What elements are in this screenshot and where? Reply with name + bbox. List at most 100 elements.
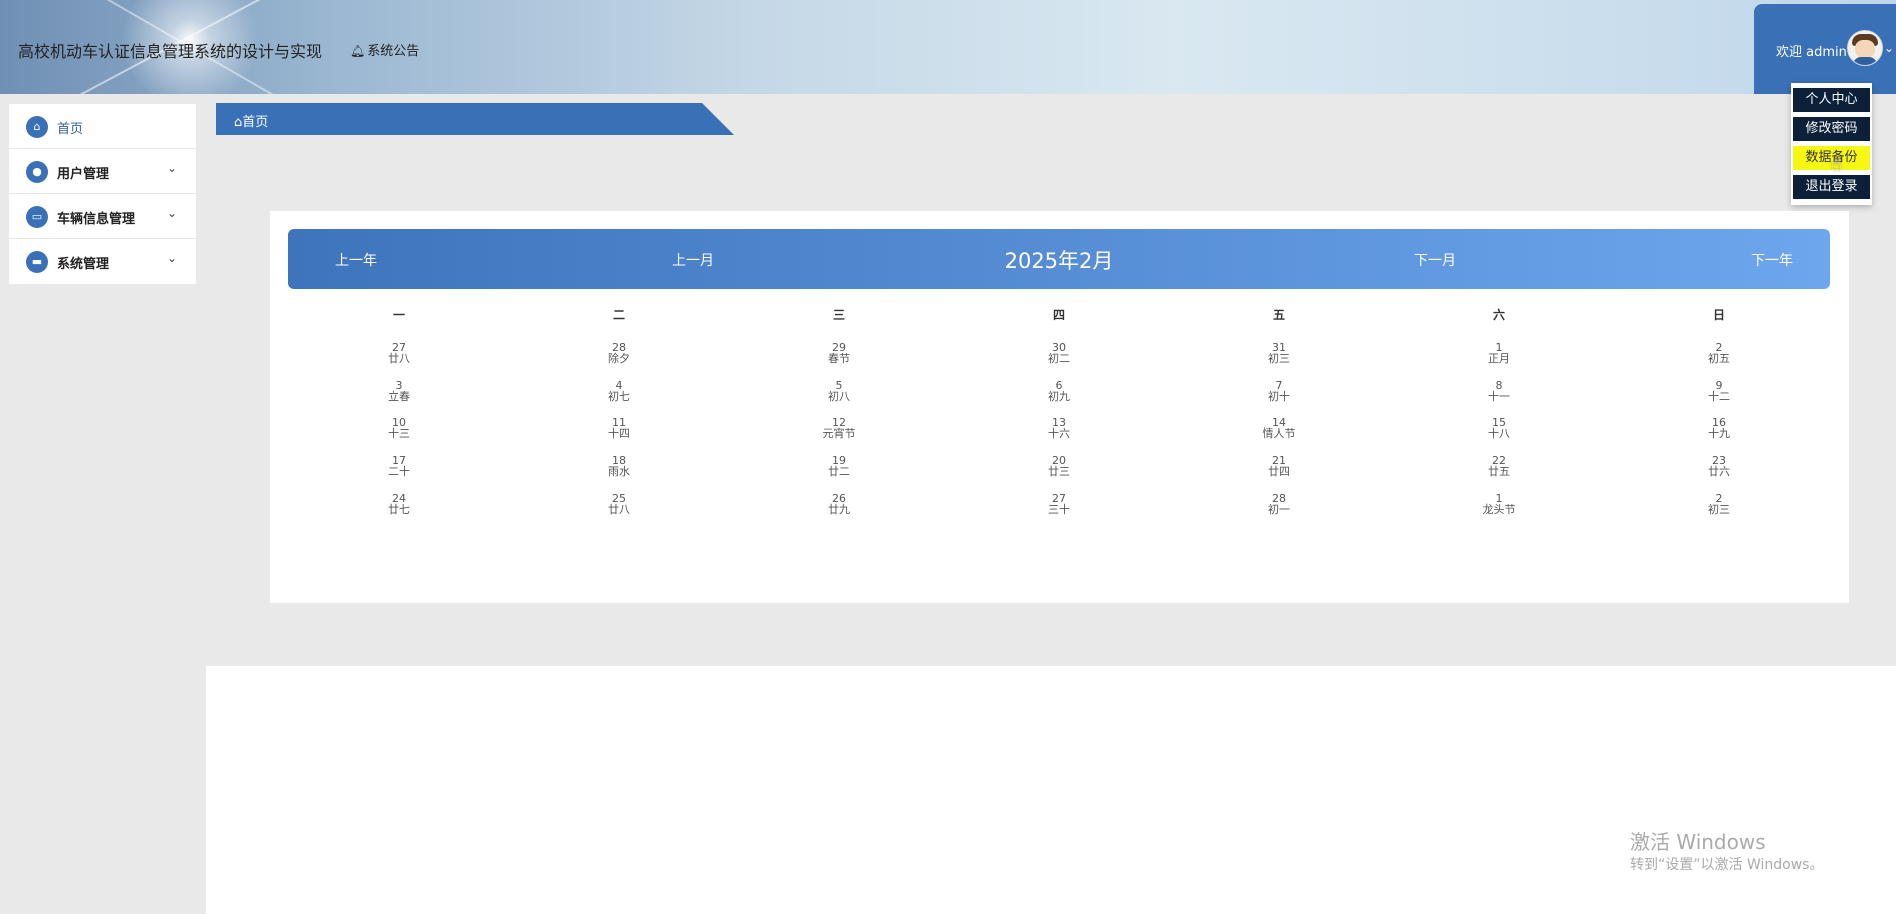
lunar-date: 十九 — [1708, 427, 1730, 440]
calendar-day[interactable]: 21 廿四 — [1239, 455, 1319, 477]
lunar-date: 初十 — [1268, 390, 1290, 403]
lunar-date: 廿八 — [608, 503, 630, 516]
calendar-day[interactable]: 25 廿八 — [579, 493, 659, 515]
lunar-date: 十六 — [1048, 427, 1070, 440]
calendar-day[interactable]: 4 初七 — [579, 380, 659, 402]
calendar-day[interactable]: 23 廿六 — [1679, 455, 1759, 477]
calendar-day[interactable]: 15 十八 — [1459, 417, 1539, 439]
calendar-day[interactable]: 28 初一 — [1239, 493, 1319, 515]
weekday-header: 三 — [832, 308, 845, 322]
lunar-date: 初七 — [608, 390, 630, 403]
lunar-date: 廿九 — [828, 503, 850, 516]
lunar-date: 十四 — [608, 427, 630, 440]
calendar-day[interactable]: 1 正月 — [1459, 342, 1539, 364]
lunar-date: 廿二 — [828, 465, 850, 478]
app-title: 高校机动车认证信息管理系统的设计与实现 — [18, 42, 323, 61]
next-year-button[interactable]: 下一年 — [1751, 250, 1793, 270]
calendar-day[interactable]: 10 十三 — [359, 417, 439, 439]
lunar-date: 情人节 — [1262, 427, 1296, 440]
system-notice-link[interactable]: 🔔︎ 系统公告 — [350, 40, 419, 59]
calendar-day[interactable]: 9 十二 — [1679, 380, 1759, 402]
lunar-date: 立春 — [388, 390, 410, 403]
menu-item-profile[interactable]: 个人中心 — [1793, 88, 1870, 112]
lunar-date: 元宵节 — [822, 427, 856, 440]
calendar-day[interactable]: 12 元宵节 — [799, 417, 879, 439]
lunar-date: 廿三 — [1048, 465, 1070, 478]
windows-activation-hint: 转到“设置”以激活 Windows。 — [1630, 857, 1824, 873]
lunar-date: 初一 — [1268, 503, 1290, 516]
lunar-date: 初二 — [1048, 352, 1070, 365]
lunar-date: 雨水 — [608, 465, 630, 478]
calendar-day[interactable]: 28 除夕 — [579, 342, 659, 364]
sidebar-item-label: 首页 — [57, 122, 84, 137]
calendar-title: 2025年2月 — [1004, 249, 1114, 273]
sidebar-item-home[interactable]: ⌂ 首页 — [9, 104, 196, 149]
vehicle-icon: ▭ — [26, 206, 48, 228]
lunar-date: 廿五 — [1488, 465, 1510, 478]
user-dropdown-menu: 个人中心 修改密码 数据备份 退出登录 — [1791, 83, 1872, 205]
sidebar-item-label: 系统管理 — [57, 257, 110, 272]
chevron-down-icon: ⌄ — [167, 206, 178, 220]
lunar-date: 初九 — [1048, 390, 1070, 403]
calendar-day[interactable]: 27 廿八 — [359, 342, 439, 364]
hand-cursor-icon: ☝ — [1831, 154, 1842, 175]
lunar-date: 十三 — [388, 427, 410, 440]
lunar-date: 廿八 — [388, 352, 410, 365]
chevron-down-icon[interactable]: ⌄ — [1884, 41, 1894, 55]
welcome-text: 欢迎 admin — [1776, 45, 1847, 60]
chevron-down-icon: ⌄ — [167, 251, 178, 265]
menu-item-change-password[interactable]: 修改密码 — [1793, 117, 1870, 141]
lunar-date: 三十 — [1048, 503, 1070, 516]
breadcrumb: ⌂首页 — [216, 103, 734, 135]
user-icon: ● — [26, 161, 48, 183]
lunar-date: 廿七 — [388, 503, 410, 516]
lunar-date: 十八 — [1488, 427, 1510, 440]
calendar-day[interactable]: 14 情人节 — [1239, 417, 1319, 439]
calendar-day[interactable]: 3 立春 — [359, 380, 439, 402]
user-menu-trigger[interactable]: 欢迎 admin ⌄ — [1754, 4, 1896, 94]
sidebar-item-vehicle-management[interactable]: ▭ 车辆信息管理 ⌄ — [9, 194, 196, 239]
avatar[interactable] — [1847, 30, 1883, 66]
calendar-day[interactable]: 18 雨水 — [579, 455, 659, 477]
calendar-day[interactable]: 6 初九 — [1019, 380, 1099, 402]
calendar-day[interactable]: 11 十四 — [579, 417, 659, 439]
home-icon: ⌂ — [26, 116, 48, 138]
content-footer-area — [206, 666, 1896, 914]
calendar-day[interactable]: 26 廿九 — [799, 493, 879, 515]
sidebar-item-label: 用户管理 — [57, 167, 110, 182]
calendar-day[interactable]: 16 十九 — [1679, 417, 1759, 439]
calendar-day[interactable]: 20 廿三 — [1019, 455, 1099, 477]
lunar-date: 十二 — [1708, 390, 1730, 403]
menu-item-logout[interactable]: 退出登录 — [1793, 175, 1870, 199]
bell-icon: 🔔︎ — [350, 44, 366, 58]
lunar-date: 二十 — [388, 465, 410, 478]
next-month-button[interactable]: 下一月 — [1414, 250, 1456, 270]
lunar-date: 十一 — [1488, 390, 1510, 403]
calendar-day[interactable]: 17 二十 — [359, 455, 439, 477]
lunar-date: 初三 — [1268, 352, 1290, 365]
lunar-date: 除夕 — [608, 352, 630, 365]
calendar-day[interactable]: 2 初三 — [1679, 493, 1759, 515]
sidebar-item-user-management[interactable]: ● 用户管理 ⌄ — [9, 149, 196, 194]
calendar-day[interactable]: 7 初十 — [1239, 380, 1319, 402]
calendar-day[interactable]: 19 廿二 — [799, 455, 879, 477]
sidebar-item-system-management[interactable]: ▬ 系统管理 ⌄ — [9, 239, 196, 283]
calendar-day[interactable]: 8 十一 — [1459, 380, 1539, 402]
calendar-day[interactable]: 2 初五 — [1679, 342, 1759, 364]
calendar-day[interactable]: 1 龙头节 — [1459, 493, 1539, 515]
calendar-day[interactable]: 30 初二 — [1019, 342, 1099, 364]
weekday-header: 四 — [1052, 308, 1065, 322]
breadcrumb-home[interactable]: ⌂首页 — [234, 111, 268, 130]
calendar-day[interactable]: 5 初八 — [799, 380, 879, 402]
calendar-day[interactable]: 22 廿五 — [1459, 455, 1539, 477]
calendar-day[interactable]: 31 初三 — [1239, 342, 1319, 364]
windows-activation-title: 激活 Windows — [1630, 830, 1766, 854]
calendar-day[interactable]: 13 十六 — [1019, 417, 1099, 439]
lunar-date: 正月 — [1488, 352, 1510, 365]
lunar-date: 春节 — [828, 352, 850, 365]
calendar-widget: 上一年 上一月 2025年2月 下一月 下一年 一 二 三 四 五 六 日 27 廿八 28 除夕 2… — [270, 211, 1849, 603]
calendar-day[interactable]: 29 春节 — [799, 342, 879, 364]
lunar-date: 初五 — [1708, 352, 1730, 365]
calendar-day[interactable]: 27 三十 — [1019, 493, 1099, 515]
calendar-day[interactable]: 24 廿七 — [359, 493, 439, 515]
